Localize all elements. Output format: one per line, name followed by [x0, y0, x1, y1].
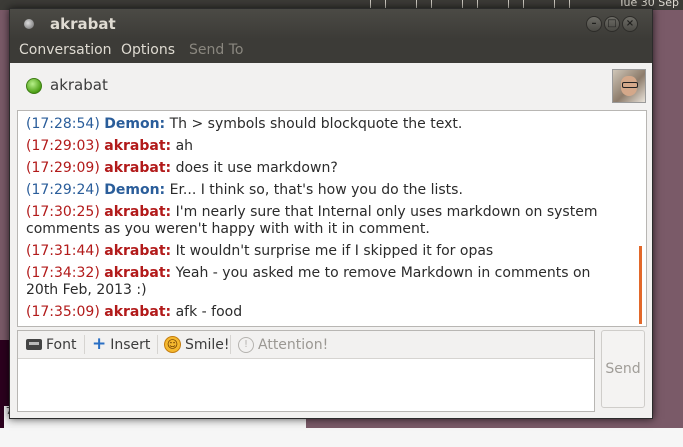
- chat-message: (17:34:32) akrabat: Yeah - you asked me …: [26, 265, 626, 299]
- message-sender: Demon:: [104, 182, 166, 198]
- message-input[interactable]: [18, 359, 594, 410]
- message-timestamp: (17:34:32): [26, 265, 100, 281]
- scrollbar-indicator[interactable]: [639, 246, 642, 324]
- chat-message: (17:35:09) akrabat: afk - food: [26, 304, 626, 321]
- menu-send-to[interactable]: Send To: [189, 42, 243, 58]
- toolbar-divider: [157, 335, 158, 354]
- message-timestamp: (17:29:24): [26, 182, 100, 198]
- smiley-icon: ☺: [164, 336, 181, 353]
- chat-message: (17:29:03) akrabat: ah: [26, 138, 626, 155]
- font-label: Font: [46, 336, 77, 353]
- compose-area: Font + Insert ☺ Smile! ! Attention!: [17, 330, 595, 412]
- message-text: does it use markdown?: [171, 160, 338, 176]
- message-text: ah: [171, 138, 194, 154]
- message-sender: akrabat:: [104, 304, 172, 320]
- message-timestamp: (17:30:25): [26, 204, 100, 220]
- message-sender: akrabat:: [104, 204, 172, 220]
- insert-label: Insert: [110, 336, 151, 353]
- maximize-button[interactable]: □: [604, 16, 620, 32]
- online-status-icon: [26, 78, 42, 94]
- avatar[interactable]: [612, 69, 646, 103]
- message-text: It wouldn't surprise me if I skipped it …: [171, 243, 494, 259]
- attention-label: Attention!: [258, 336, 329, 353]
- window-title: akrabat: [50, 15, 116, 33]
- message-text: Er... I think so, that's how you do the …: [165, 182, 463, 198]
- message-sender: Demon:: [104, 116, 166, 132]
- toolbar-divider: [230, 335, 231, 354]
- message-text: Th > symbols should blockquote the text.: [165, 116, 463, 132]
- app-icon: [24, 19, 34, 29]
- chat-message: (17:29:24) Demon: Er... I think so, that…: [26, 182, 626, 199]
- attention-button[interactable]: ! Attention!: [238, 331, 328, 358]
- window-titlebar[interactable]: akrabat – □ ×: [10, 9, 652, 39]
- smile-button[interactable]: ☺ Smile!: [164, 331, 230, 358]
- minimize-button[interactable]: –: [586, 16, 602, 32]
- message-sender: akrabat:: [104, 138, 172, 154]
- avatar-glasses: [622, 82, 638, 88]
- chat-message: (17:31:44) akrabat: It wouldn't surprise…: [26, 243, 626, 260]
- menu-bar: Conversation Options Send To: [10, 39, 652, 63]
- message-timestamp: (17:29:03): [26, 138, 100, 154]
- font-button[interactable]: Font: [26, 331, 76, 358]
- contact-name: akrabat: [50, 76, 108, 94]
- chat-message: (17:28:54) Demon: Th > symbols should bl…: [26, 116, 626, 133]
- window-controls: – □ ×: [586, 16, 638, 32]
- message-timestamp: (17:29:09): [26, 160, 100, 176]
- background-window-strip: [0, 428, 683, 447]
- menu-options[interactable]: Options: [121, 42, 175, 58]
- message-timestamp: (17:31:44): [26, 243, 100, 259]
- chat-message: (17:29:09) akrabat: does it use markdown…: [26, 160, 626, 177]
- insert-button[interactable]: + Insert: [92, 331, 150, 358]
- menu-conversation[interactable]: Conversation: [19, 42, 112, 58]
- smile-label: Smile!: [185, 336, 230, 353]
- font-icon: [26, 339, 42, 350]
- message-timestamp: (17:35:09): [26, 304, 100, 320]
- chat-window: akrabat – □ × Conversation Options Send …: [9, 8, 653, 419]
- message-sender: akrabat:: [104, 160, 172, 176]
- message-text: afk - food: [171, 304, 243, 320]
- message-timestamp: (17:28:54): [26, 116, 100, 132]
- plus-icon: +: [92, 334, 107, 354]
- send-button[interactable]: Send: [601, 330, 645, 408]
- close-button[interactable]: ×: [622, 16, 638, 32]
- message-sender: akrabat:: [104, 243, 172, 259]
- contact-header: akrabat: [10, 63, 652, 109]
- chat-history[interactable]: (17:28:54) Demon: Th > symbols should bl…: [17, 110, 647, 327]
- format-toolbar: Font + Insert ☺ Smile! ! Attention!: [18, 331, 594, 359]
- chat-message: (17:30:25) akrabat: I'm nearly sure that…: [26, 204, 626, 238]
- attention-icon: !: [238, 336, 254, 353]
- toolbar-divider: [84, 335, 85, 354]
- message-sender: akrabat:: [104, 265, 172, 281]
